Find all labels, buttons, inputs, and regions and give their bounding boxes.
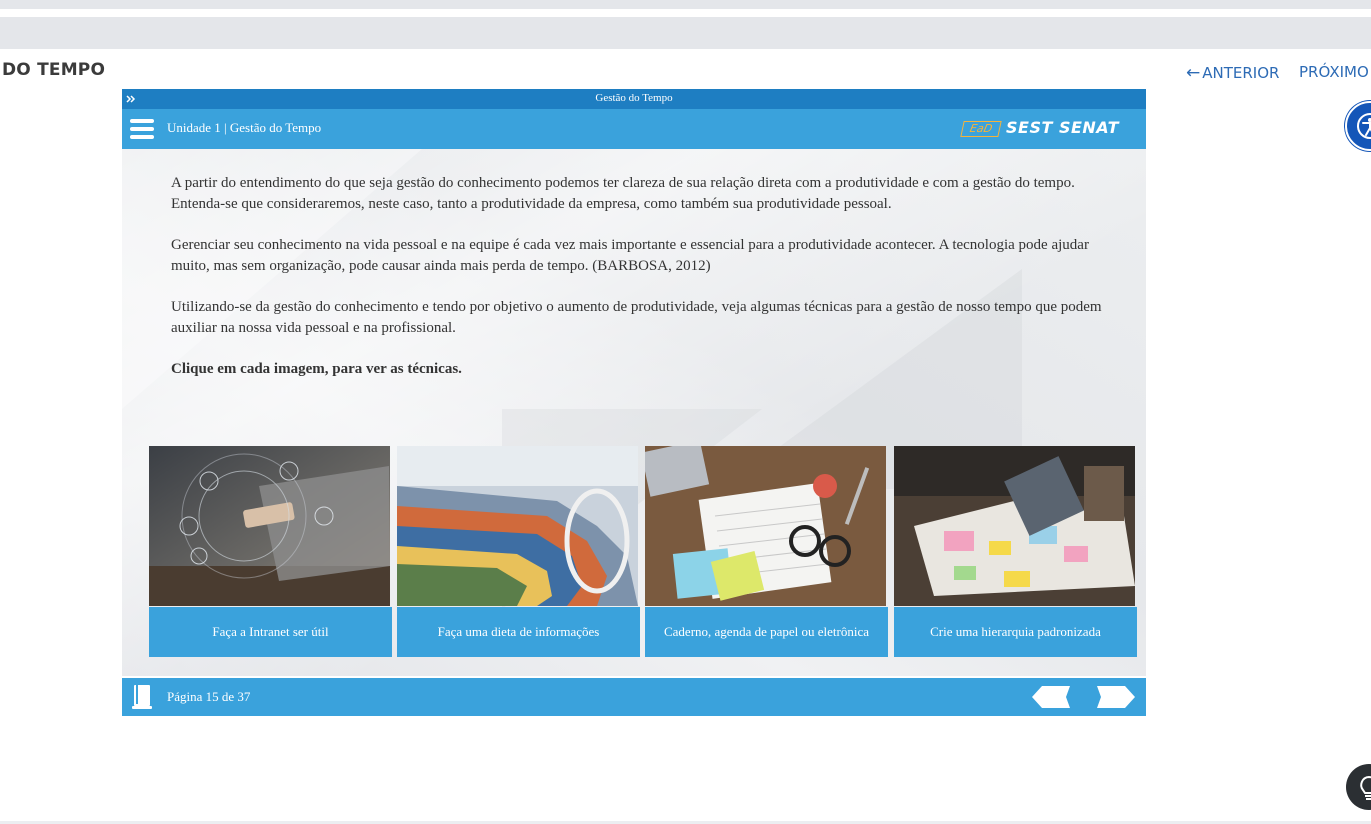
card-label: Crie uma hierarquia padronizada <box>894 607 1137 657</box>
card-label: Faça uma dieta de informações <box>397 607 640 657</box>
previous-page-label: ANTERIOR <box>1202 64 1280 82</box>
double-chevron-right-icon[interactable] <box>124 92 138 106</box>
page-counter: Página 15 de 37 <box>167 689 251 704</box>
tip-button[interactable] <box>1346 764 1371 810</box>
browser-strip <box>0 0 1371 9</box>
laptop-network-photo <box>149 446 390 606</box>
desk-calendar-photo <box>645 446 886 606</box>
call-to-action: Clique em cada imagem, para ver as técni… <box>171 361 462 377</box>
card-intranet[interactable]: Faça a Intranet ser útil <box>149 446 392 657</box>
arrow-left-icon: ← <box>1186 63 1201 83</box>
arrow-left-icon[interactable] <box>1030 686 1072 708</box>
previous-page-link[interactable]: ← ANTERIOR <box>1186 63 1279 83</box>
accessibility-icon <box>1357 113 1371 139</box>
brand-name: SEST SENAT <box>1006 118 1120 137</box>
paragraph: A partir do entendimento do que seja ges… <box>171 175 1075 212</box>
paragraph: Utilizando-se da gestão do conhecimento … <box>171 299 1102 336</box>
card-label: Caderno, agenda de papel ou eletrônica <box>645 607 888 657</box>
card-notebook-agenda[interactable]: Caderno, agenda de papel ou eletrônica <box>645 446 888 657</box>
lesson-text: A partir do entendimento do que seja ges… <box>171 173 1131 400</box>
player-window-title: Gestão do Tempo <box>595 92 673 104</box>
ead-badge: EaD <box>960 121 1002 137</box>
arrow-right-icon[interactable] <box>1095 686 1137 708</box>
card-label: Faça a Intranet ser útil <box>149 607 392 657</box>
accessibility-button[interactable] <box>1345 101 1371 151</box>
brand-logo: EaD SEST SENAT <box>960 118 1138 139</box>
page-content: A partir do entendimento do que seja ges… <box>122 149 1146 676</box>
book-icon[interactable] <box>132 684 154 710</box>
paragraph: Gerenciar seu conhecimento na vida pesso… <box>171 237 1089 274</box>
course-player: Gestão do Tempo Unidade 1 | Gestão do Te… <box>122 89 1146 716</box>
top-toolbar <box>0 17 1371 49</box>
technique-cards: Faça a Intranet ser útil Faça uma dieta … <box>149 446 1139 657</box>
card-hierarchy[interactable]: Crie uma hierarquia padronizada <box>894 446 1137 657</box>
player-header: Unidade 1 | Gestão do Tempo EaD SEST SEN… <box>122 109 1146 149</box>
card-information-diet[interactable]: Faça uma dieta de informações <box>397 446 640 657</box>
player-footer: Página 15 de 37 <box>122 678 1146 716</box>
hamburger-menu-icon[interactable] <box>130 119 154 140</box>
next-page-link[interactable]: PRÓXIMO <box>1299 63 1369 81</box>
unit-title: Unidade 1 | Gestão do Tempo <box>167 120 322 135</box>
magazines-stack-photo <box>397 446 638 606</box>
course-title: DO TEMPO <box>2 60 106 80</box>
team-documents-photo <box>894 446 1135 606</box>
player-title-bar: Gestão do Tempo <box>122 89 1146 109</box>
lightbulb-icon <box>1360 775 1371 800</box>
